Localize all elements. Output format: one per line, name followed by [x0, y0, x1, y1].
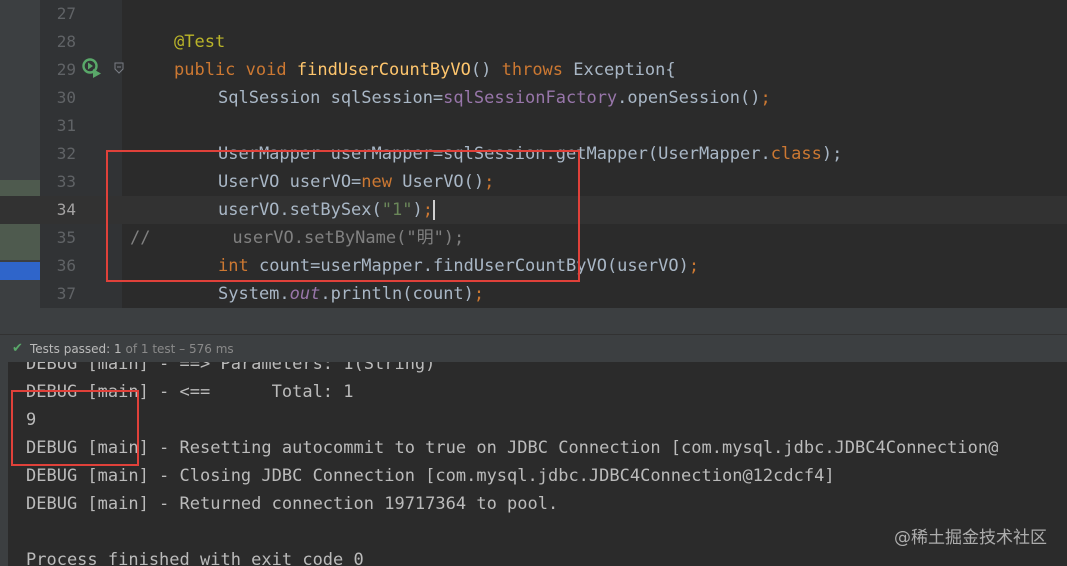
code-text: public void findUserCountByVO() throws E…	[174, 56, 676, 84]
code-token: ()	[470, 60, 492, 80]
code-line[interactable]: 30 SqlSession sqlSession=sqlSessionFacto…	[0, 84, 1067, 112]
run-test-icon[interactable]	[82, 58, 102, 78]
code-token: UserVO()	[392, 172, 485, 192]
comment-text: // userVO.setByName("明");	[130, 228, 465, 248]
test-status-text: Tests passed: 1 of 1 test – 576 ms	[30, 335, 234, 363]
code-token: System.	[218, 284, 290, 304]
code-token: count=userMapper.findUserCountByVO(userV…	[248, 256, 689, 276]
line-number: 28	[56, 32, 76, 51]
code-text: UserMapper userMapper=sqlSession.getMapp…	[218, 140, 842, 168]
method-name-token: findUserCountByVO	[296, 60, 471, 80]
test-status-bar: ✔ Tests passed: 1 of 1 test – 576 ms	[0, 334, 1067, 363]
check-icon: ✔	[12, 341, 23, 356]
annotation-token: @Test	[174, 32, 226, 52]
string-token: "1"	[381, 200, 413, 220]
line-number: 30	[56, 88, 76, 107]
semicolon-token: ;	[473, 284, 485, 304]
console-tool-strip	[0, 362, 8, 566]
code-editor[interactable]: 27 28 @Test 29 public void findUserCount…	[0, 0, 1067, 308]
text-caret	[432, 200, 435, 220]
code-line-current[interactable]: 34 userVO.setBySex("1");	[0, 196, 1067, 224]
line-number: 31	[56, 116, 76, 135]
code-text: UserVO userVO=new UserVO();	[218, 168, 494, 196]
semicolon-token: ;	[760, 88, 771, 108]
code-line[interactable]: 35 // userVO.setByName("明");	[0, 224, 1067, 252]
keyword-token: new	[361, 172, 393, 192]
code-text: @Test	[174, 28, 225, 56]
code-token: Exception{	[563, 60, 676, 80]
code-text: System.out.println(count);	[218, 280, 484, 308]
tests-detail-label: of 1 test – 576 ms	[121, 342, 234, 356]
code-line[interactable]: 29 public void findUserCountByVO() throw…	[0, 56, 1067, 84]
line-number: 27	[56, 4, 76, 23]
line-number: 32	[56, 144, 76, 163]
field-token: sqlSessionFactory	[443, 88, 618, 108]
code-token: .println(count)	[320, 284, 474, 304]
code-token: UserVO userVO=	[218, 172, 362, 192]
code-line[interactable]: 36 int count=userMapper.findUserCountByV…	[0, 252, 1067, 280]
keyword-token: int	[218, 256, 249, 276]
line-number: 36	[56, 256, 76, 275]
code-line[interactable]: 28 @Test	[0, 28, 1067, 56]
console-line: DEBUG [main] - ==> Parameters: 1(String)	[26, 362, 436, 374]
console-line: DEBUG [main] - Resetting autocommit to t…	[26, 438, 999, 458]
console-line: DEBUG [main] - Returned connection 19717…	[26, 494, 559, 514]
code-line[interactable]: 27	[0, 0, 1067, 28]
code-token: .openSession()	[617, 88, 761, 108]
line-number: 34	[56, 200, 76, 219]
code-text: userVO.setBySex("1");	[218, 196, 435, 224]
code-token: SqlSession sqlSession=	[218, 88, 444, 108]
code-token: );	[821, 144, 843, 164]
keyword-token: class	[770, 144, 822, 164]
semicolon-token: ;	[484, 172, 495, 192]
keyword-token: throws	[501, 60, 564, 80]
semicolon-token: ;	[422, 200, 433, 220]
console-line: Process finished with exit code 0	[26, 550, 364, 566]
console-output-value: 9	[26, 410, 37, 430]
line-number: 35	[56, 228, 76, 247]
code-token: )	[412, 200, 423, 220]
semicolon-token: ;	[688, 256, 700, 276]
code-text: int count=userMapper.findUserCountByVO(u…	[218, 252, 699, 280]
console-line: DEBUG [main] - <== Total: 1	[26, 382, 354, 402]
keyword-token: void	[245, 60, 287, 80]
line-number: 33	[56, 172, 76, 191]
tests-passed-label: Tests passed: 1	[30, 342, 122, 356]
fold-icon[interactable]	[114, 62, 124, 74]
code-line[interactable]: 37 System.out.println(count);	[0, 280, 1067, 308]
line-number: 29	[56, 60, 76, 79]
watermark: @稀土掘金技术社区	[894, 528, 1047, 548]
panel-divider[interactable]	[0, 308, 1067, 334]
line-number: 37	[56, 284, 76, 303]
code-token: userVO.setBySex(	[218, 200, 382, 220]
code-line[interactable]: 32 UserMapper userMapper=sqlSession.getM…	[0, 140, 1067, 168]
code-line[interactable]: 33 UserVO userVO=new UserVO();	[0, 168, 1067, 196]
static-field-token: out	[289, 284, 321, 304]
code-text: SqlSession sqlSession=sqlSessionFactory.…	[218, 84, 771, 112]
code-line[interactable]: 31	[0, 112, 1067, 140]
keyword-token: public	[174, 60, 236, 80]
console-line: DEBUG [main] - Closing JDBC Connection […	[26, 466, 835, 486]
code-token: UserMapper userMapper=sqlSession.getMapp…	[218, 144, 771, 164]
